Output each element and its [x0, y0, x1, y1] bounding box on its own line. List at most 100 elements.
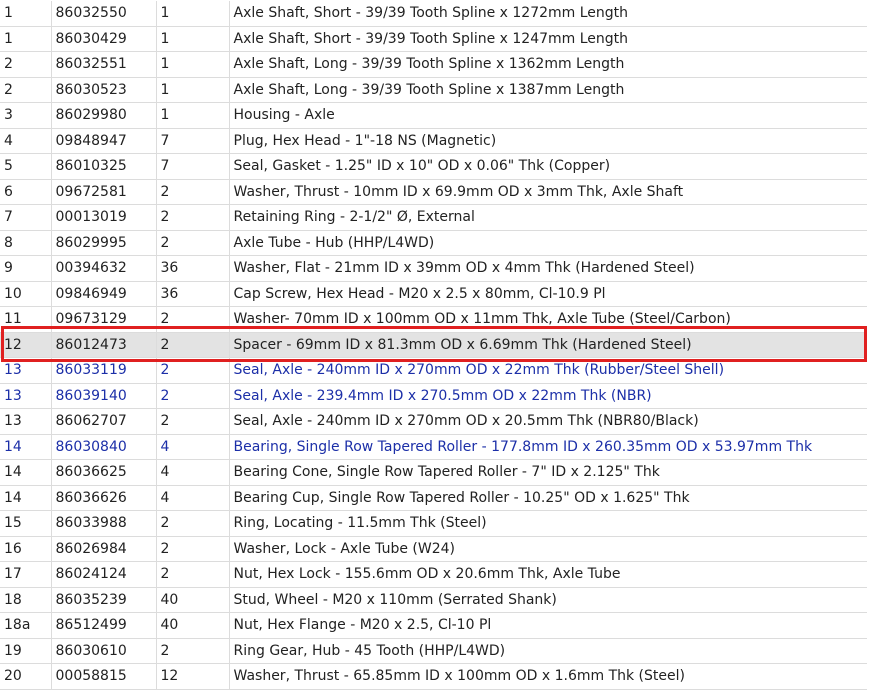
description-cell: Axle Shaft, Short - 39/39 Tooth Spline x… — [229, 1, 867, 27]
table-row[interactable]: 14 86036626 4 Bearing Cup, Single Row Taper… — [0, 485, 867, 511]
description-cell: Cap Screw, Hex Head - M20 x 2.5 x 80mm, … — [229, 281, 867, 307]
part-number-cell: 86036625 — [51, 459, 157, 486]
ref-number-cell: 4 — [0, 128, 52, 154]
description-cell: Plug, Hex Head - 1"-18 NS (Magnetic) — [229, 128, 867, 154]
table-row[interactable]: 1 86032550 1 Axle Shaft, Short - 39/39 Toot… — [0, 1, 867, 27]
ref-number-cell: 7 — [0, 204, 52, 231]
table-row[interactable]: 19 86030610 2 Ring Gear, Hub - 45 Tooth (HH… — [0, 638, 867, 664]
table-row[interactable]: 11 09673129 2 Washer- 70mm ID x 100mm OD x … — [0, 306, 867, 333]
description-cell: Washer, Thrust - 10mm ID x 69.9mm OD x 3… — [229, 179, 867, 205]
part-number-cell: 09672581 — [51, 179, 157, 205]
quantity-cell[interactable]: 2 — [156, 357, 230, 384]
table-row[interactable]: 3 86029980 1 Housing - Axle — [0, 102, 867, 129]
quantity-cell: 2 — [156, 332, 230, 358]
ref-number-cell: 18 — [0, 587, 52, 613]
description-cell: Stud, Wheel - M20 x 110mm (Serrated Shan… — [229, 587, 867, 613]
table-row[interactable]: 16 86026984 2 Washer, Lock - Axle Tube (W24… — [0, 536, 867, 562]
ref-number-cell: 19 — [0, 638, 52, 664]
quantity-cell: 4 — [156, 485, 230, 511]
description-cell: Axle Shaft, Short - 39/39 Tooth Spline x… — [229, 26, 867, 52]
quantity-cell: 40 — [156, 612, 230, 639]
description-cell: Axle Shaft, Long - 39/39 Tooth Spline x … — [229, 77, 867, 103]
ref-number-cell: 11 — [0, 306, 52, 333]
table-row[interactable]: 5 86010325 7 Seal, Gasket - 1.25" ID x 10" … — [0, 153, 867, 180]
description-cell: Housing - Axle — [229, 102, 867, 129]
quantity-cell: 1 — [156, 77, 230, 103]
part-number-cell: 86512499 — [51, 612, 157, 639]
ref-number-cell: 17 — [0, 561, 52, 588]
ref-number-cell: 1 — [0, 1, 52, 27]
table-row[interactable]: 6 09672581 2 Washer, Thrust - 10mm ID x 69.… — [0, 179, 867, 205]
description-cell: Spacer - 69mm ID x 81.3mm OD x 6.69mm Th… — [229, 332, 867, 358]
table-row[interactable]: 17 86024124 2 Nut, Hex Lock - 155.6mm OD x … — [0, 561, 867, 588]
ref-number-cell[interactable]: 13 — [0, 383, 52, 409]
description-cell: Ring Gear, Hub - 45 Tooth (HHP/L4WD) — [229, 638, 867, 664]
part-number-cell[interactable]: 86033119 — [51, 357, 157, 384]
part-number-cell: 86036626 — [51, 485, 157, 511]
table-row[interactable]: 18 86035239 40 Stud, Wheel - M20 x 110mm (S… — [0, 587, 867, 613]
description-cell: Retaining Ring - 2-1/2" Ø, External — [229, 204, 867, 231]
description-cell[interactable]: Seal, Axle - 240mm ID x 270mm OD x 22mm … — [229, 357, 867, 384]
quantity-cell: 36 — [156, 255, 230, 282]
part-number-cell: 86029995 — [51, 230, 157, 256]
table-row[interactable]: 14 86030840 4 Bearing, Single Row Tapered R… — [0, 434, 867, 460]
ref-number-cell: 10 — [0, 281, 52, 307]
description-cell: Nut, Hex Flange - M20 x 2.5, Cl-10 Pl — [229, 612, 867, 639]
quantity-cell: 2 — [156, 306, 230, 333]
table-row[interactable]: 10 09846949 36 Cap Screw, Hex Head - M20 x … — [0, 281, 867, 307]
part-number-cell: 86032550 — [51, 1, 157, 27]
table-row[interactable]: 2 86030523 1 Axle Shaft, Long - 39/39 Tooth… — [0, 77, 867, 103]
description-cell[interactable]: Seal, Axle - 239.4mm ID x 270.5mm OD x 2… — [229, 383, 867, 409]
quantity-cell: 7 — [156, 128, 230, 154]
quantity-cell: 2 — [156, 179, 230, 205]
part-number-cell: 86062707 — [51, 408, 157, 435]
part-number-cell: 00394632 — [51, 255, 157, 282]
part-number-cell: 00058815 — [51, 663, 157, 690]
ref-number-cell: 18a — [0, 612, 52, 639]
table-row[interactable]: 15 86033988 2 Ring, Locating - 11.5mm Thk (… — [0, 510, 867, 537]
ref-number-cell[interactable]: 14 — [0, 434, 52, 460]
description-cell: Bearing Cone, Single Row Tapered Roller … — [229, 459, 867, 486]
table-row[interactable]: 8 86029995 2 Axle Tube - Hub (HHP/L4WD) — [0, 230, 867, 256]
ref-number-cell: 6 — [0, 179, 52, 205]
table-row[interactable]: 18a 86512499 40 Nut, Hex Flange - M20 x 2.5… — [0, 612, 867, 639]
ref-number-cell: 14 — [0, 459, 52, 486]
table-row[interactable]: 9 00394632 36 Washer, Flat - 21mm ID x 39mm… — [0, 255, 867, 282]
quantity-cell: 36 — [156, 281, 230, 307]
part-number-cell: 86024124 — [51, 561, 157, 588]
table-row[interactable]: 12 86012473 2 Spacer - 69mm ID x 81.3mm OD … — [0, 332, 867, 358]
part-number-cell: 86010325 — [51, 153, 157, 180]
table-row[interactable]: 13 86033119 2 Seal, Axle - 240mm ID x 270mm… — [0, 357, 867, 384]
quantity-cell: 2 — [156, 204, 230, 231]
parts-table-body: 1 86032550 1 Axle Shaft, Short - 39/39 Toot… — [0, 1, 867, 690]
ref-number-cell: 5 — [0, 153, 52, 180]
quantity-cell: 2 — [156, 510, 230, 537]
description-cell[interactable]: Bearing, Single Row Tapered Roller - 177… — [229, 434, 867, 460]
quantity-cell: 2 — [156, 561, 230, 588]
quantity-cell[interactable]: 4 — [156, 434, 230, 460]
part-number-cell[interactable]: 86030840 — [51, 434, 157, 460]
part-number-cell: 86012473 — [51, 332, 157, 358]
table-row[interactable]: 7 00013019 2 Retaining Ring - 2-1/2" Ø, Ext… — [0, 204, 867, 231]
ref-number-cell: 12 — [0, 332, 52, 358]
part-number-cell[interactable]: 86039140 — [51, 383, 157, 409]
description-cell: Axle Shaft, Long - 39/39 Tooth Spline x … — [229, 51, 867, 78]
table-row[interactable]: 13 86062707 2 Seal, Axle - 240mm ID x 270mm… — [0, 408, 867, 435]
description-cell: Seal, Gasket - 1.25" ID x 10" OD x 0.06"… — [229, 153, 867, 180]
quantity-cell[interactable]: 2 — [156, 383, 230, 409]
quantity-cell: 1 — [156, 51, 230, 78]
ref-number-cell: 9 — [0, 255, 52, 282]
description-cell: Nut, Hex Lock - 155.6mm OD x 20.6mm Thk,… — [229, 561, 867, 588]
table-row[interactable]: 13 86039140 2 Seal, Axle - 239.4mm ID x 270… — [0, 383, 867, 409]
ref-number-cell: 3 — [0, 102, 52, 129]
ref-number-cell[interactable]: 13 — [0, 357, 52, 384]
table-row[interactable]: 4 09848947 7 Plug, Hex Head - 1"-18 NS (Mag… — [0, 128, 867, 154]
ref-number-cell: 13 — [0, 408, 52, 435]
description-cell: Ring, Locating - 11.5mm Thk (Steel) — [229, 510, 867, 537]
table-row[interactable]: 20 00058815 12 Washer, Thrust - 65.85mm ID … — [0, 663, 867, 690]
description-cell: Washer, Lock - Axle Tube (W24) — [229, 536, 867, 562]
table-row[interactable]: 1 86030429 1 Axle Shaft, Short - 39/39 Toot… — [0, 26, 867, 52]
table-row[interactable]: 2 86032551 1 Axle Shaft, Long - 39/39 Tooth… — [0, 51, 867, 78]
part-number-cell: 86032551 — [51, 51, 157, 78]
table-row[interactable]: 14 86036625 4 Bearing Cone, Single Row Tape… — [0, 459, 867, 486]
